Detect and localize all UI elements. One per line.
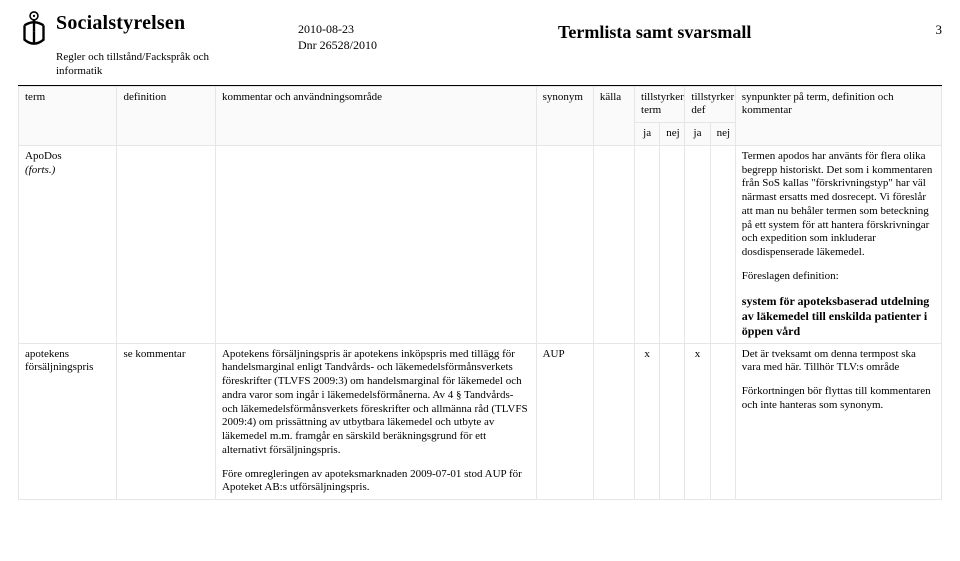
cell-term: ApoDos (forts.) [19,145,117,343]
table-row: apotekens försäljningspris se kommentar … [19,343,942,500]
col-tillstyrker-def: tillstyrker def [685,86,735,123]
col-term: term [19,86,117,145]
col-kommentar: kommentar och användningsområde [215,86,536,145]
cell-term-nej [660,145,685,343]
document-meta: 2010-08-23 Dnr 26528/2010 [298,8,518,53]
cell-term-nej [660,343,685,500]
cell-term: apotekens försäljningspris [19,343,117,500]
term-note: (forts.) [25,164,55,176]
col-def-ja: ja [685,123,710,146]
cell-def-ja [685,145,710,343]
cell-synpunkter: Det är tveksamt om denna termpost ska va… [735,343,941,500]
document-diary-number: Dnr 26528/2010 [298,38,518,54]
cell-definition: se kommentar [117,343,215,500]
kommentar-p1: Apotekens försäljningspris är apotekens … [222,348,530,458]
cell-definition [117,145,215,343]
col-kalla: källa [593,86,634,145]
synpunkter-p1: Termen apodos har använts för flera olik… [742,150,935,260]
document-title: Termlista samt svarsmall [558,22,912,43]
col-synonym: synonym [536,86,593,145]
term-value: ApoDos [25,150,62,162]
subunit-name: Regler och tillstånd/Fackspråk och infor… [56,51,256,79]
col-term-nej: nej [660,123,685,146]
brand-name: Socialstyrelsen [56,8,185,35]
col-tillstyrker-term: tillstyrker term [635,86,685,123]
col-synpunkter: synpunkter på term, definition och komme… [735,86,941,145]
col-def-nej: nej [710,123,735,146]
table-row: ApoDos (forts.) Termen apodos har använt… [19,145,942,343]
cell-kommentar [215,145,536,343]
cell-synonym [536,145,593,343]
synpunkter-p2: Förkortningen bör flyttas till kommentar… [742,385,935,413]
cell-kommentar: Apotekens försäljningspris är apotekens … [215,343,536,500]
cell-term-ja [635,145,660,343]
cell-kalla [593,343,634,500]
cell-synonym: AUP [536,343,593,500]
page-number: 3 [912,8,942,38]
cell-synpunkter: Termen apodos har använts för flera olik… [735,145,941,343]
document-header: Socialstyrelsen Regler och tillstånd/Fac… [18,8,942,79]
term-table: term definition kommentar och användning… [18,86,942,501]
synpunkter-p2-label: Föreslagen definition: [742,270,935,284]
cell-kalla [593,145,634,343]
col-definition: definition [117,86,215,145]
cell-term-ja: x [635,343,660,500]
synpunkter-proposed-def: system för apoteksbaserad utdelning av l… [742,294,935,339]
cell-def-nej [710,343,735,500]
cell-def-ja: x [685,343,710,500]
kommentar-p2: Före omregleringen av apoteksmarknaden 2… [222,468,530,496]
socialstyrelsen-logo-icon [18,8,50,49]
document-date: 2010-08-23 [298,22,518,38]
cell-def-nej [710,145,735,343]
synpunkter-p1: Det är tveksamt om denna termpost ska va… [742,348,935,376]
col-term-ja: ja [635,123,660,146]
